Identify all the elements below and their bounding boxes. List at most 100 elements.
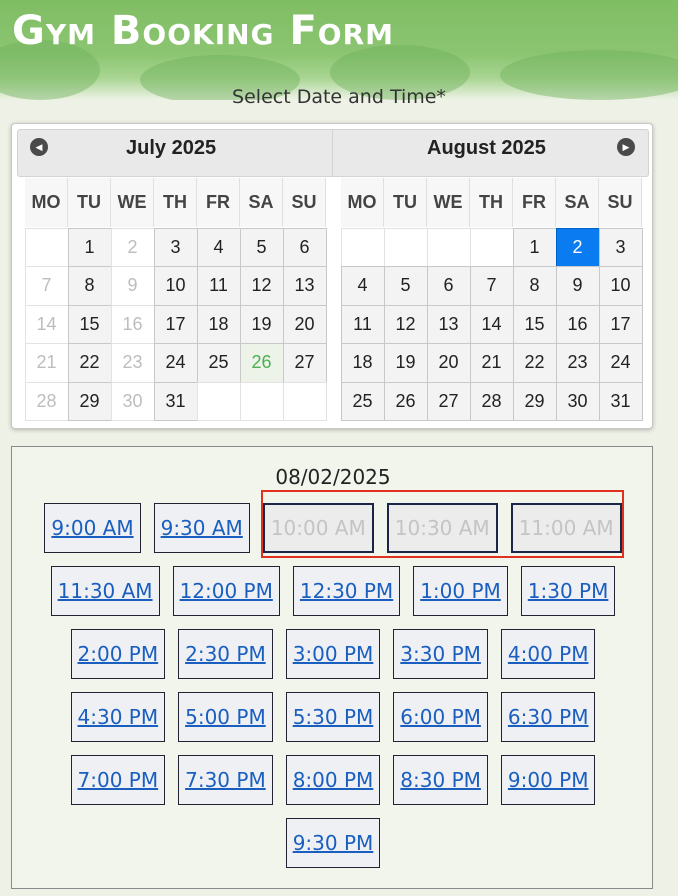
day-cell[interactable]: 25 (196, 343, 241, 383)
day-cell[interactable]: 31 (598, 381, 643, 422)
day-cell[interactable]: 1 (67, 227, 112, 268)
day-cell[interactable]: 5 (239, 227, 284, 268)
day-cell[interactable]: 27 (426, 381, 471, 422)
time-slot-button[interactable]: 9:00 PM (500, 755, 596, 805)
time-slot-button[interactable]: 4:00 PM (500, 629, 596, 679)
day-cell[interactable]: 22 (512, 343, 557, 383)
time-slot-row: 4:30 PM 5:00 PM 5:30 PM 6:00 PM 6:30 PM (12, 692, 654, 742)
time-slot-row: 9:30 PM (12, 818, 654, 868)
empty-day-cell (469, 227, 514, 268)
empty-day-cell (196, 381, 241, 422)
time-slot-button[interactable]: 1:30 PM (520, 566, 616, 616)
day-cell[interactable]: 27 (282, 343, 327, 383)
day-cell[interactable]: 10 (153, 266, 198, 306)
empty-day-cell (24, 227, 69, 268)
day-cell[interactable]: 8 (67, 266, 112, 306)
selected-date: 08/02/2025 (275, 465, 391, 489)
weekday-label: SA (240, 178, 283, 227)
time-slot-row: 9:00 AM 9:30 AM 10:00 AM 10:30 AM 11:00 AM (12, 503, 654, 553)
day-cell[interactable]: 20 (426, 343, 471, 383)
empty-day-cell (239, 381, 284, 422)
day-cell[interactable]: 28 (469, 381, 514, 422)
weekday-label: SU (283, 178, 326, 227)
weekday-label: SA (556, 178, 599, 227)
day-cell[interactable]: 13 (282, 266, 327, 306)
time-slot-panel: 08/02/2025 9:00 AM 9:30 AM 10:00 AM 10:30 A… (11, 446, 653, 889)
time-slot-button[interactable]: 6:00 PM (393, 692, 488, 742)
day-cell[interactable]: 3 (153, 227, 198, 268)
day-cell[interactable]: 24 (153, 343, 198, 383)
day-cell[interactable]: 11 (196, 266, 241, 306)
day-cell[interactable]: 25 (340, 381, 385, 422)
day-cell[interactable]: 13 (426, 304, 471, 345)
day-cell: 28 (24, 381, 69, 422)
time-slot-button[interactable]: 11:30 AM (50, 566, 160, 616)
day-cell[interactable]: 7 (469, 266, 514, 306)
time-slot-button[interactable]: 1:00 PM (413, 566, 508, 616)
page-title: Gym Booking Form (12, 8, 394, 54)
day-cell[interactable]: 3 (598, 227, 643, 268)
chevron-right-icon[interactable]: ▶ (617, 138, 635, 156)
time-slot-button[interactable]: 6:30 PM (500, 692, 596, 742)
day-cell[interactable]: 23 (555, 343, 600, 383)
day-cell[interactable]: 18 (196, 304, 241, 345)
day-cell[interactable]: 8 (512, 266, 557, 306)
time-slot-button[interactable]: 12:30 PM (292, 566, 401, 616)
day-cell[interactable]: 26 (383, 381, 428, 422)
day-cell[interactable]: 2 (555, 227, 600, 268)
weekday-label: SU (599, 178, 642, 227)
day-cell[interactable]: 31 (153, 381, 198, 422)
day-cell[interactable]: 29 (512, 381, 557, 422)
time-slot-button[interactable]: 12:00 PM (172, 566, 280, 616)
day-cell[interactable]: 4 (340, 266, 385, 306)
day-cell[interactable]: 14 (469, 304, 514, 345)
time-slot-button[interactable]: 4:30 PM (70, 692, 166, 742)
day-cell[interactable]: 21 (469, 343, 514, 383)
day-cell[interactable]: 6 (426, 266, 471, 306)
day-cell[interactable]: 19 (383, 343, 428, 383)
time-slot-button[interactable]: 2:00 PM (70, 629, 166, 679)
time-slot-button[interactable]: 9:30 AM (153, 503, 250, 553)
day-cell[interactable]: 4 (196, 227, 241, 268)
time-slot-button[interactable]: 7:00 PM (70, 755, 166, 805)
day-cell[interactable]: 17 (598, 304, 643, 345)
time-slot-button[interactable]: 5:00 PM (178, 692, 273, 742)
day-cell[interactable]: 19 (239, 304, 284, 345)
weekday-label: TH (154, 178, 197, 227)
time-slot-button[interactable]: 5:30 PM (285, 692, 381, 742)
day-cell[interactable]: 26 (239, 343, 284, 383)
day-cell[interactable]: 12 (383, 304, 428, 345)
day-cell[interactable]: 12 (239, 266, 284, 306)
time-slot-button[interactable]: 9:30 PM (285, 818, 381, 868)
time-slot-button[interactable]: 3:00 PM (285, 629, 381, 679)
day-cell[interactable]: 24 (598, 343, 643, 383)
weekday-label: FR (513, 178, 556, 227)
day-cell[interactable]: 22 (67, 343, 112, 383)
day-cell[interactable]: 15 (512, 304, 557, 345)
time-slot-button[interactable]: 9:00 AM (44, 503, 141, 553)
day-cell[interactable]: 17 (153, 304, 198, 345)
day-cell[interactable]: 6 (282, 227, 327, 268)
time-slot-button[interactable]: 8:00 PM (285, 755, 381, 805)
day-cell[interactable]: 15 (67, 304, 112, 345)
day-cell[interactable]: 16 (555, 304, 600, 345)
day-grid-july: 1 2 3 4 5 6 7 8 9 10 11 12 13 14 15 16 17 18 19 20 21 22 23 24 2… (24, 227, 327, 422)
month-title-july: July 2025 (126, 137, 217, 159)
day-cell[interactable]: 30 (555, 381, 600, 422)
day-cell: 30 (110, 381, 155, 422)
day-cell[interactable]: 11 (340, 304, 385, 345)
day-cell[interactable]: 10 (598, 266, 643, 306)
day-cell[interactable]: 18 (340, 343, 385, 383)
date-time-label: Select Date and Time* (232, 86, 446, 108)
day-cell[interactable]: 1 (512, 227, 557, 268)
day-cell[interactable]: 9 (555, 266, 600, 306)
day-cell: 23 (110, 343, 155, 383)
time-slot-button[interactable]: 8:30 PM (393, 755, 488, 805)
day-cell[interactable]: 5 (383, 266, 428, 306)
time-slot-button[interactable]: 3:30 PM (393, 629, 488, 679)
chevron-left-icon[interactable]: ◀ (30, 138, 48, 156)
day-cell[interactable]: 20 (282, 304, 327, 345)
time-slot-button[interactable]: 7:30 PM (178, 755, 273, 805)
day-cell[interactable]: 29 (67, 381, 112, 422)
time-slot-button[interactable]: 2:30 PM (178, 629, 273, 679)
